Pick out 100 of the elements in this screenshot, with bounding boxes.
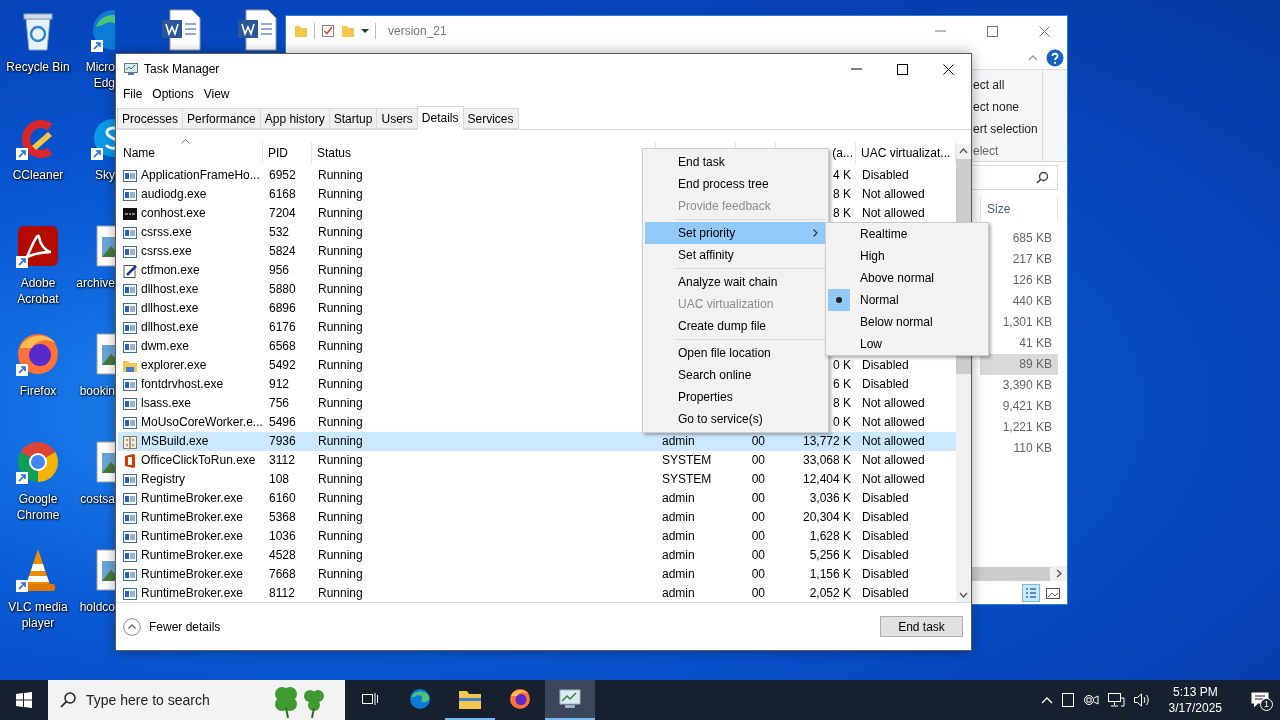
process-name: conhost.exe: [141, 205, 206, 222]
menu-item[interactable]: Create dump file: [645, 315, 826, 337]
menu-item[interactable]: Go to service(s): [645, 408, 826, 430]
menu-item[interactable]: Realtime: [828, 223, 986, 245]
uac-cell-text: Not allowed: [861, 395, 926, 412]
end-task-button[interactable]: End task: [880, 616, 963, 637]
menu-item[interactable]: File: [118, 84, 148, 104]
tab[interactable]: Services: [462, 108, 519, 129]
icon-label: CCleaner: [12, 167, 64, 183]
scroll-right-button[interactable]: [1050, 566, 1067, 581]
file-size[interactable]: 89 KB: [980, 354, 1058, 375]
monitor-chart-icon: [123, 61, 139, 77]
file-size[interactable]: 126 KB: [1012, 270, 1058, 291]
checklist-icon[interactable]: [321, 24, 335, 38]
window-app-icon: [122, 319, 138, 336]
clock-date[interactable]: 3/17/2025: [1168, 700, 1222, 716]
status-cell-text: Running: [317, 262, 364, 279]
search-field[interactable]: [972, 165, 1058, 190]
ribbon-command[interactable]: ert selection: [972, 118, 1042, 140]
taskbar-app-button[interactable]: [545, 680, 595, 720]
tab[interactable]: Users: [376, 108, 418, 129]
menu-item[interactable]: View: [198, 84, 235, 104]
dropdown-caret-icon[interactable]: [361, 27, 369, 35]
scrollbar-thumb[interactable]: [972, 566, 1050, 581]
search-field[interactable]: Type here to search: [86, 692, 256, 708]
close-icon: [1038, 25, 1050, 37]
pid-cell-text: 7936: [268, 433, 297, 450]
menu-item[interactable]: Open file location: [645, 342, 826, 364]
status-cell-text: Running: [317, 186, 364, 203]
menu-item[interactable]: Above normal: [828, 267, 986, 289]
tab[interactable]: App history: [259, 108, 330, 129]
tablet-icon[interactable]: [1060, 692, 1075, 708]
clock-time[interactable]: 5:13 PM: [1172, 684, 1218, 700]
status-cell-text: Running: [317, 395, 364, 412]
user-cell-text: admin: [661, 566, 696, 583]
search-bar[interactable]: Type here to search: [48, 680, 345, 720]
status-cell-text: Running: [317, 167, 364, 184]
tab[interactable]: Startup: [328, 108, 378, 129]
menu-item[interactable]: Normal: [828, 289, 986, 311]
tab[interactable]: Performance: [182, 108, 261, 129]
process-name: MoUsoCoreWorker.e...: [141, 414, 263, 431]
folder-icon: [458, 688, 482, 710]
cpu-cell-text: 00: [750, 490, 766, 507]
file-size[interactable]: 3,390 KB: [1002, 375, 1058, 396]
uac-cell-text: Disabled: [861, 167, 910, 184]
list-icon: [1025, 587, 1037, 599]
process-name: dllhost.exe: [141, 281, 199, 298]
file-size[interactable]: 1,221 KB: [1002, 417, 1058, 438]
menu-item[interactable]: Options: [147, 84, 199, 104]
file-size[interactable]: 217 KB: [1012, 249, 1058, 270]
column-header[interactable]: PID: [263, 142, 312, 164]
menu-item[interactable]: Search online: [645, 364, 826, 386]
window-app-icon: [122, 566, 138, 583]
menu-item[interactable]: Below normal: [828, 311, 986, 333]
menu-item[interactable]: High: [828, 245, 986, 267]
pid-cell-text: 5496: [268, 414, 297, 431]
menu-item[interactable]: Low: [828, 333, 986, 355]
fewer-details-button[interactable]: Fewer details: [123, 617, 221, 636]
office-app-icon: [122, 452, 138, 469]
status-cell-text: Running: [317, 528, 364, 545]
speaker-icon[interactable]: [1132, 692, 1151, 708]
pid-cell-text: 6168: [268, 186, 297, 203]
process-name: lsass.exe: [141, 395, 192, 412]
menu-item[interactable]: Analyze wait chain: [645, 271, 826, 293]
status-cell-text: Running: [317, 224, 364, 241]
user-cell-text: admin: [661, 547, 696, 564]
pid-cell-text: 108: [268, 471, 291, 488]
notification-button[interactable]: 1: [1240, 680, 1280, 720]
chevron-up-icon[interactable]: [1040, 696, 1053, 704]
status-cell-text: Running: [317, 300, 364, 317]
menu-item[interactable]: Set priority: [645, 222, 826, 244]
camera-icon[interactable]: [1082, 692, 1099, 708]
pid-cell-text: 6176: [268, 319, 297, 336]
memory-cell-text: 0 K: [832, 357, 852, 374]
menu-item[interactable]: End process tree: [645, 173, 826, 195]
help-icon[interactable]: [1046, 48, 1064, 67]
window-app-icon: [122, 585, 138, 602]
tab[interactable]: Details: [416, 106, 464, 130]
menu-item[interactable]: Properties: [645, 386, 826, 408]
status-cell-text: Running: [317, 319, 364, 336]
menu-item[interactable]: Set affinity: [645, 244, 826, 266]
column-header[interactable]: Name: [118, 142, 263, 164]
selected-process-row[interactable]: MSBuild.exe 7936 Running admin 00 13,772 K Not allowed: [118, 432, 956, 451]
ribbon-command[interactable]: ect none: [972, 96, 1042, 118]
status-cell-text: Running: [317, 357, 364, 374]
file-size[interactable]: 41 KB: [1019, 333, 1058, 354]
window-app-icon: [122, 281, 138, 298]
file-size[interactable]: 1,301 KB: [1002, 312, 1058, 333]
file-size[interactable]: 9,421 KB: [1002, 396, 1058, 417]
file-size[interactable]: 685 KB: [1012, 228, 1058, 249]
file-size[interactable]: 110 KB: [1013, 438, 1058, 459]
process-name: csrss.exe: [141, 243, 192, 260]
ribbon-command[interactable]: ect all: [972, 74, 1042, 96]
column-header[interactable]: Size: [980, 198, 1058, 221]
tab[interactable]: Processes: [117, 108, 184, 129]
file-size[interactable]: 440 KB: [1012, 291, 1058, 312]
collapse-ribbon-icon[interactable]: [1028, 54, 1038, 61]
network-icon[interactable]: [1106, 692, 1125, 708]
window-app-icon: [122, 547, 138, 564]
window-app-icon: [122, 414, 138, 431]
